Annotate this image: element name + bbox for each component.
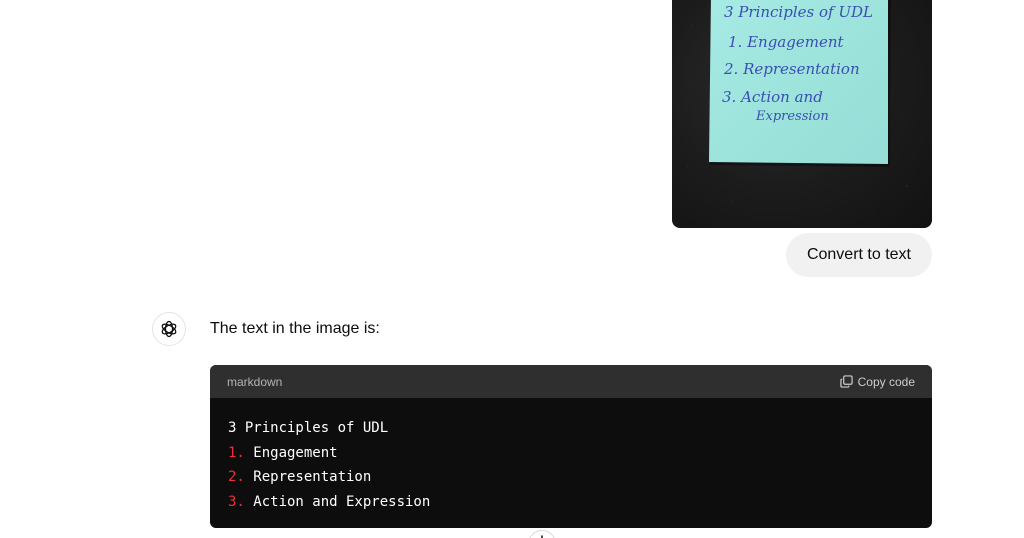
code-line-number: 3. — [228, 493, 245, 510]
sticky-note-photo: 3 Principles of UDL 1. Engagement 2. Rep… — [685, 0, 913, 217]
code-line: 2. Representation — [228, 465, 914, 490]
code-language-label: markdown — [227, 374, 283, 389]
uploaded-image[interactable]: 3 Principles of UDL 1. Engagement 2. Rep… — [672, 0, 932, 228]
code-line-number: 2. — [228, 469, 245, 485]
code-content: 3 Principles of UDL 1. Engagement 2. Rep… — [210, 398, 932, 514]
user-message-bubble: Convert to text — [785, 233, 932, 277]
openai-logo-icon — [161, 320, 177, 338]
note-line-4: 3. Action and — [722, 88, 823, 106]
copy-code-button[interactable]: Copy code — [839, 374, 915, 389]
code-line-number: 1. — [228, 444, 245, 461]
code-line-text: Engagement — [244, 444, 338, 461]
code-line-text: Action and Expression — [244, 493, 431, 510]
assistant-avatar — [152, 312, 186, 346]
copy-code-label: Copy code — [857, 374, 915, 389]
code-line: 3. Action and Expression — [228, 490, 914, 515]
code-block: markdown Copy code 3 Principles of UDL 1… — [210, 365, 932, 528]
code-line-text: 3 Principles of UDL — [228, 420, 389, 436]
chat-page: 3 Principles of UDL 1. Engagement 2. Rep… — [0, 0, 1024, 538]
copy-icon — [839, 375, 853, 388]
user-message-text: Convert to text — [806, 246, 911, 263]
note-line-2: 1. Engagement — [728, 33, 844, 51]
sticky-note — [709, 0, 888, 164]
note-line-3: 2. Representation — [723, 60, 860, 78]
code-line: 1. Engagement — [228, 441, 914, 466]
note-line-5: Expression — [755, 109, 829, 124]
note-line-1: 3 Principles of UDL — [724, 3, 873, 21]
assistant-intro-text: The text in the image is: — [210, 320, 380, 337]
code-block-header: markdown Copy code — [210, 365, 932, 398]
scroll-down-button[interactable] — [528, 530, 556, 538]
code-line: 3 Principles of UDL — [228, 416, 914, 441]
code-line-text: Representation — [244, 469, 372, 485]
